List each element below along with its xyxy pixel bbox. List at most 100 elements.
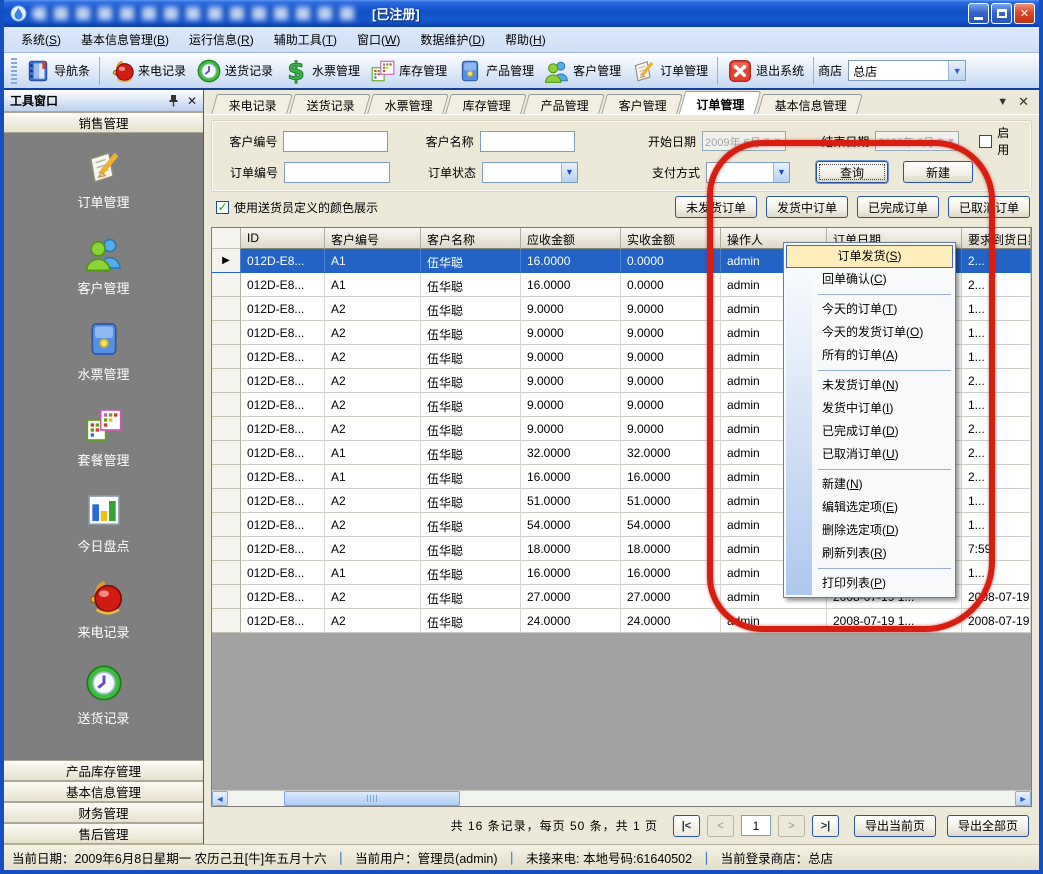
color-display-checkbox[interactable]: ✓	[216, 201, 229, 214]
tab-水票管理[interactable]: 水票管理	[367, 94, 449, 114]
export-current-page-button[interactable]: 导出当前页	[854, 815, 936, 837]
context-menu-item[interactable]: 所有的订单(A)	[786, 344, 953, 367]
page-number-input[interactable]	[741, 815, 771, 836]
customer-name-input[interactable]	[480, 131, 575, 152]
menubar-item[interactable]: 基本信息管理(B)	[72, 27, 178, 52]
tab-list-dropdown-icon[interactable]: ▼	[997, 96, 1008, 108]
row-selector-cell[interactable]	[212, 393, 241, 417]
tab-送货记录[interactable]: 送货记录	[289, 94, 371, 114]
row-selector-cell[interactable]	[212, 537, 241, 561]
tab-客户管理[interactable]: 客户管理	[601, 94, 683, 114]
query-button[interactable]: 查询	[816, 161, 888, 183]
row-selector-cell[interactable]	[212, 489, 241, 513]
menubar-item[interactable]: 运行信息(R)	[180, 27, 263, 52]
context-menu-item[interactable]: 今天的发货订单(O)	[786, 321, 953, 344]
row-selector-cell[interactable]	[212, 345, 241, 369]
row-selector-cell[interactable]	[212, 417, 241, 441]
toolbar-item[interactable]: 送货记录	[191, 56, 278, 86]
next-page-button[interactable]: >	[778, 815, 805, 837]
menubar-item[interactable]: 帮助(H)	[496, 27, 555, 52]
sidebar-group-财务管理[interactable]: 财务管理	[4, 802, 203, 823]
scrollbar-thumb[interactable]	[284, 791, 460, 806]
prev-page-button[interactable]: <	[707, 815, 734, 837]
tab-库存管理[interactable]: 库存管理	[445, 94, 527, 114]
column-header-客户编号[interactable]: 客户编号	[325, 228, 421, 249]
sidebar-item-来电记录[interactable]: 来电记录	[4, 577, 203, 641]
column-header-应收金额[interactable]: 应收金额	[521, 228, 621, 249]
column-header-ID[interactable]: ID	[241, 228, 325, 249]
row-selector-cell[interactable]	[212, 513, 241, 537]
enable-checkbox[interactable]	[979, 135, 992, 148]
order-status-select[interactable]: ▼	[482, 162, 578, 183]
context-menu-item[interactable]: 订单发货(S)	[786, 245, 953, 268]
menubar-item[interactable]: 数据维护(D)	[411, 27, 494, 52]
pay-method-select[interactable]: ▼	[706, 162, 790, 183]
row-selector-cell[interactable]	[212, 441, 241, 465]
table-row[interactable]: 012D-E8...A2伍华聪24.000024.0000admin2008-0…	[212, 609, 1031, 633]
menubar-item[interactable]: 辅助工具(T)	[265, 27, 346, 52]
row-selector-cell[interactable]	[212, 585, 241, 609]
horizontal-scrollbar[interactable]: ◄ ►	[212, 790, 1031, 806]
minimize-button[interactable]	[968, 3, 989, 24]
toolbar-item[interactable]: 客户管理	[539, 56, 626, 86]
row-selector-cell[interactable]	[212, 609, 241, 633]
tab-订单管理[interactable]: 订单管理	[679, 91, 762, 114]
sidebar-item-客户管理[interactable]: 客户管理	[4, 233, 203, 297]
export-all-pages-button[interactable]: 导出全部页	[947, 815, 1029, 837]
row-selector-cell[interactable]	[212, 273, 241, 297]
scroll-right-icon[interactable]: ►	[1015, 791, 1031, 806]
scroll-left-icon[interactable]: ◄	[212, 791, 228, 806]
order-status-filter-button[interactable]: 发货中订单	[766, 196, 848, 218]
toolbar-item-nav[interactable]: 导航条	[20, 56, 95, 86]
customer-no-input[interactable]	[283, 131, 388, 152]
tab-close-icon[interactable]: ✕	[1018, 94, 1029, 110]
pin-icon[interactable]	[168, 94, 179, 107]
sidebar-group-基本信息管理[interactable]: 基本信息管理	[4, 781, 203, 802]
toolbar-item[interactable]: 库存管理	[365, 56, 452, 86]
row-selector-cell[interactable]	[212, 465, 241, 489]
toolbar-item-exit[interactable]: 退出系统	[722, 56, 809, 86]
sidebar-item-订单管理[interactable]: 订单管理	[4, 147, 203, 211]
context-menu-item[interactable]: 已完成订单(D)	[786, 420, 953, 443]
sidebar-group-sales[interactable]: 销售管理	[4, 112, 203, 133]
tool-window-close-icon[interactable]: ✕	[187, 94, 197, 108]
tab-产品管理[interactable]: 产品管理	[523, 94, 605, 114]
sidebar-item-今日盘点[interactable]: 今日盘点	[4, 491, 203, 555]
order-status-filter-button[interactable]: 已完成订单	[857, 196, 939, 218]
context-menu-item[interactable]: 打印列表(P)	[786, 572, 953, 595]
end-date-picker[interactable]: 2009年 6月 8日 ▼	[875, 131, 959, 151]
column-header-客户名称[interactable]: 客户名称	[421, 228, 521, 249]
context-menu-item[interactable]: 新建(N)	[786, 473, 953, 496]
menubar-item[interactable]: 窗口(W)	[348, 27, 409, 52]
row-selector-cell[interactable]	[212, 297, 241, 321]
sidebar-group-售后管理[interactable]: 售后管理	[4, 823, 203, 844]
context-menu-item[interactable]: 今天的订单(T)	[786, 298, 953, 321]
sidebar-item-水票管理[interactable]: 水票管理	[4, 319, 203, 383]
last-page-button[interactable]: >|	[812, 815, 839, 837]
toolbar-item[interactable]: 来电记录	[104, 56, 191, 86]
start-date-picker[interactable]: 2009年 6月 8日 ▼	[702, 131, 786, 151]
tab-来电记录[interactable]: 来电记录	[211, 94, 293, 114]
row-selector-cell[interactable]	[212, 321, 241, 345]
toolbar-item[interactable]: 产品管理	[452, 56, 539, 86]
order-status-filter-button[interactable]: 已取消订单	[948, 196, 1030, 218]
maximize-button[interactable]	[991, 3, 1012, 24]
sidebar-item-套餐管理[interactable]: 套餐管理	[4, 405, 203, 469]
toolbar-item[interactable]: $水票管理	[278, 56, 365, 86]
context-menu-item[interactable]: 已取消订单(U)	[786, 443, 953, 466]
sidebar-item-送货记录[interactable]: 送货记录	[4, 663, 203, 727]
row-selector-cell[interactable]	[212, 561, 241, 585]
context-menu-item[interactable]: 删除选定项(D)	[786, 519, 953, 542]
tab-基本信息管理[interactable]: 基本信息管理	[757, 94, 863, 114]
context-menu-item[interactable]: 未发货订单(N)	[786, 374, 953, 397]
row-selector-cell[interactable]	[212, 369, 241, 393]
context-menu-item[interactable]: 刷新列表(R)	[786, 542, 953, 565]
order-status-filter-button[interactable]: 未发货订单	[675, 196, 757, 218]
new-button[interactable]: 新建	[903, 161, 973, 183]
sidebar-group-产品库存管理[interactable]: 产品库存管理	[4, 760, 203, 781]
first-page-button[interactable]: |<	[673, 815, 700, 837]
row-selector-cell[interactable]: ▶	[212, 249, 241, 273]
order-no-input[interactable]	[284, 162, 390, 183]
column-header-实收金额[interactable]: 实收金额	[621, 228, 721, 249]
toolbar-item[interactable]: 订单管理	[626, 56, 713, 86]
